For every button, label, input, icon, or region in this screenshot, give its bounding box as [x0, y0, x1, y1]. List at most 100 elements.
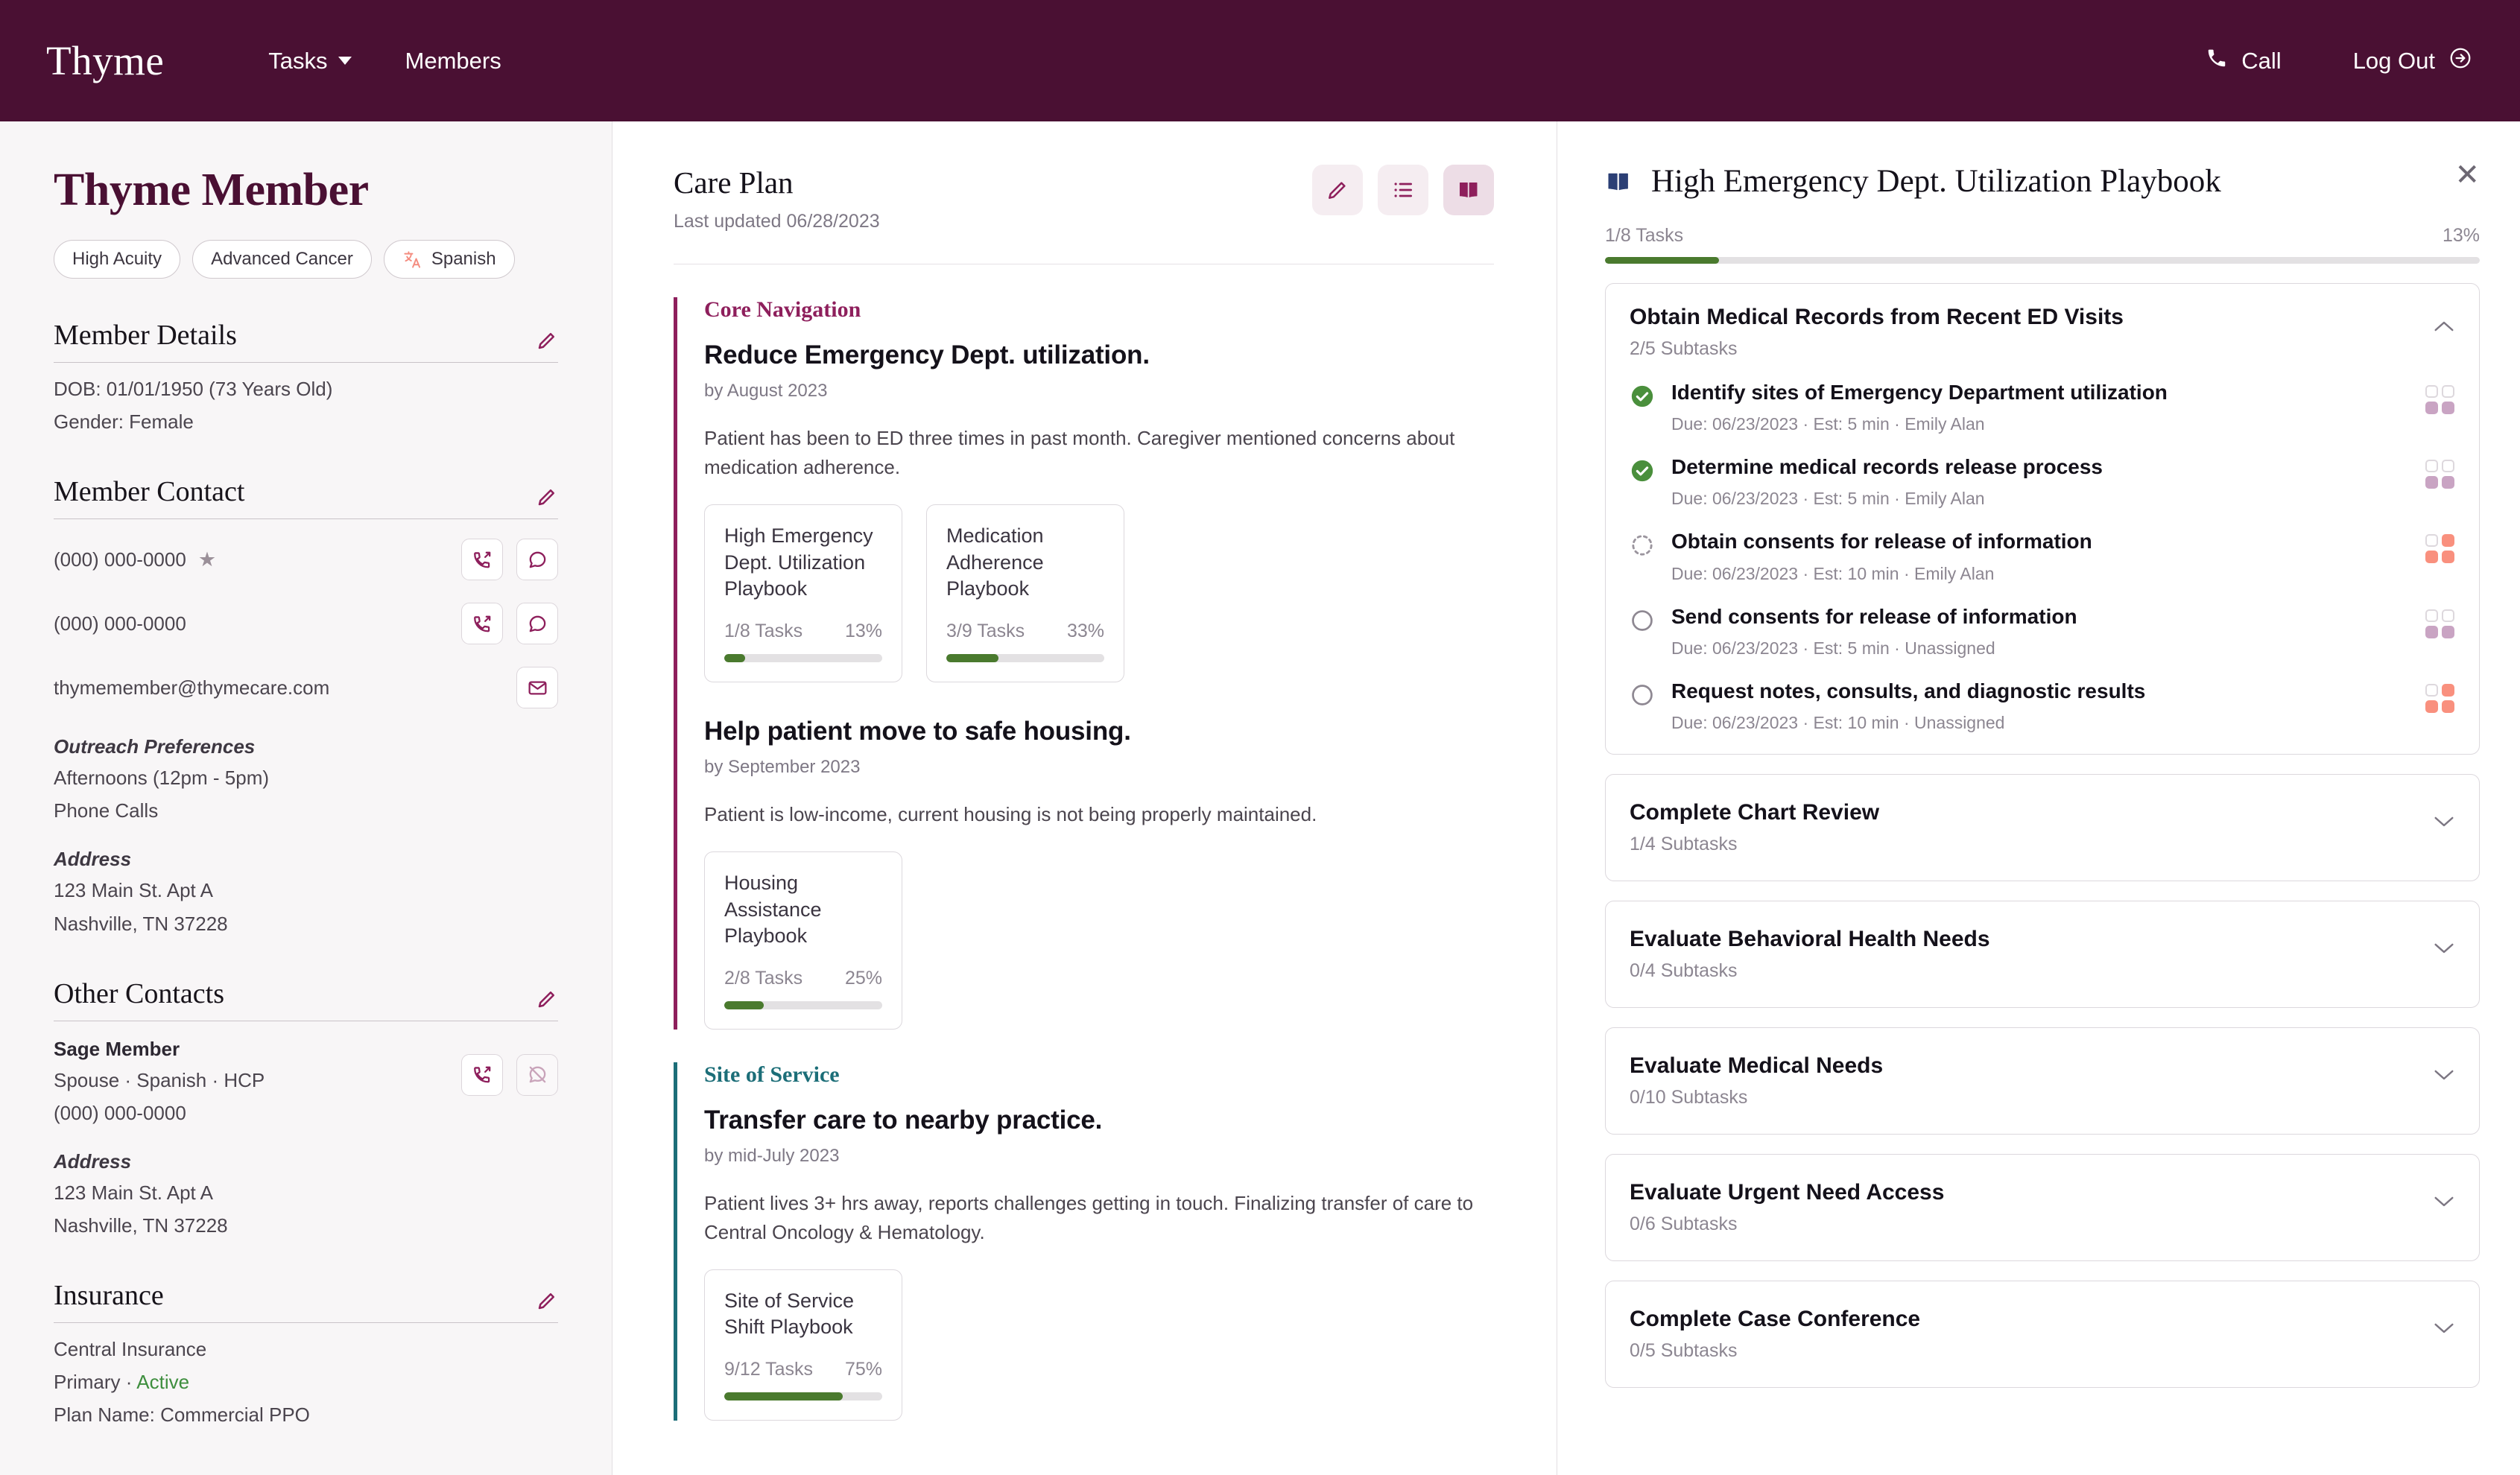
care-plan-last-updated: Last updated 06/28/2023 [674, 211, 880, 232]
empty-circle-icon [1630, 608, 1655, 633]
chip-language-spanish[interactable]: Spanish [383, 240, 515, 279]
chip-high-acuity[interactable]: High Acuity [54, 240, 181, 279]
phone-outgoing-icon[interactable] [461, 1053, 503, 1096]
nav-item-members[interactable]: Members [405, 48, 501, 74]
insurance-status-line: Primary · Active [54, 1369, 558, 1395]
subtask-row[interactable]: Request notes, consults, and diagnostic … [1630, 679, 2455, 733]
task-card-collapsed[interactable]: Complete Chart Review 1/4 Subtasks [1605, 773, 2480, 881]
thyme-logo[interactable]: Thyme [46, 40, 164, 81]
nav-right-group: Call Log Out [2134, 46, 2472, 76]
playbook-percent: 25% [844, 967, 882, 989]
task-subtasks-count: 2/5 Subtasks [1630, 338, 1738, 359]
task-card-collapsed[interactable]: Evaluate Medical Needs 0/10 Subtasks [1605, 1027, 2480, 1135]
playbook-detail-panel: High Emergency Dept. Utilization Playboo… [1557, 121, 2520, 1475]
contact-row-phone-secondary: (000) 000-0000 [54, 600, 558, 647]
phone-outgoing-icon[interactable] [461, 603, 503, 645]
task-card-expanded[interactable]: Obtain Medical Records from Recent ED Vi… [1605, 283, 2480, 755]
other-contact-address-label: Address [54, 1149, 132, 1173]
empty-circle-icon [1630, 682, 1655, 708]
subtask-meta: Due: 06/23/2023 · Est: 5 min · Emily Ala… [1671, 489, 1985, 509]
logout-button[interactable]: Log Out [2353, 46, 2472, 76]
subtask-row[interactable]: Determine medical records release proces… [1630, 455, 2455, 509]
chat-off-icon[interactable] [516, 1053, 558, 1096]
list-view-button[interactable] [1378, 165, 1428, 215]
pencil-icon[interactable] [536, 486, 558, 508]
progress-bar-fill [724, 1000, 764, 1009]
task-subtasks-count: 1/4 Subtasks [1630, 833, 1738, 854]
progress-bar [724, 1000, 882, 1009]
playbook-card-list: Site of Service Shift Playbook 9/12 Task… [704, 1269, 1494, 1421]
playbook-card[interactable]: Medication Adherence Playbook 3/9 Tasks … [926, 504, 1124, 682]
goal-title: Transfer care to nearby practice. [704, 1105, 1103, 1135]
playbook-view-button[interactable] [1443, 165, 1494, 215]
playbook-card[interactable]: High Emergency Dept. Utilization Playboo… [704, 504, 902, 682]
chip-high-acuity-label: High Acuity [72, 249, 162, 270]
edit-care-plan-button[interactable] [1312, 165, 1363, 215]
envelope-icon[interactable] [516, 667, 558, 709]
nav-item-members-label: Members [405, 47, 501, 74]
chevron-up-icon[interactable] [2433, 305, 2455, 337]
chip-advanced-cancer[interactable]: Advanced Cancer [192, 240, 372, 279]
chevron-down-icon[interactable] [2433, 927, 2455, 959]
page-body: Thyme Member High Acuity Advanced Cancer… [0, 121, 2520, 1475]
chat-bubble-icon[interactable] [516, 603, 558, 645]
chat-bubble-icon[interactable] [516, 539, 558, 581]
pencil-icon[interactable] [536, 988, 558, 1010]
subtask-meta: Due: 06/23/2023 · Est: 5 min · Emily Ala… [1671, 414, 1985, 434]
playbook-card[interactable]: Housing Assistance Playbook 2/8 Tasks 25… [704, 851, 902, 1030]
chevron-down-icon[interactable] [2433, 1053, 2455, 1086]
chip-advanced-cancer-label: Advanced Cancer [211, 249, 353, 270]
member-sidebar: Thyme Member High Acuity Advanced Cancer… [0, 121, 612, 1475]
member-address-line2: Nashville, TN 37228 [54, 912, 228, 935]
playbook-card-list: High Emergency Dept. Utilization Playboo… [704, 504, 1494, 682]
subtask-row[interactable]: Obtain consents for release of informati… [1630, 530, 2455, 583]
subtask-row[interactable]: Send consents for release of information… [1630, 605, 2455, 659]
status-badge: Active [136, 1371, 190, 1394]
task-card-collapsed[interactable]: Evaluate Urgent Need Access 0/6 Subtasks [1605, 1153, 2480, 1261]
top-navigation-bar: Thyme Tasks Members Call Log Out [0, 0, 2520, 121]
goal-title: Reduce Emergency Dept. utilization. [704, 340, 1150, 369]
pencil-icon[interactable] [536, 1290, 558, 1312]
playbook-card[interactable]: Site of Service Shift Playbook 9/12 Task… [704, 1269, 902, 1421]
subtask-title: Determine medical records release proces… [1671, 455, 2103, 479]
progress-bar-fill [724, 653, 745, 662]
task-subtasks-count: 0/5 Subtasks [1630, 1339, 1738, 1361]
chevron-down-icon[interactable] [2433, 800, 2455, 833]
progress-bar-fill [724, 1392, 843, 1401]
goal-due: by mid-July 2023 [704, 1145, 840, 1166]
other-contact-address-line1: 123 Main St. Apt A [54, 1181, 213, 1204]
outreach-preferences-label: Outreach Preferences [54, 735, 256, 758]
goal-description: Patient lives 3+ hrs away, reports chall… [704, 1191, 1474, 1243]
member-address-label: Address [54, 848, 132, 871]
close-icon[interactable]: ✕ [2454, 160, 2480, 190]
task-title: Complete Case Conference [1630, 1306, 1921, 1331]
chevron-down-icon[interactable] [2433, 1307, 2455, 1339]
goal-due: by September 2023 [704, 756, 861, 777]
pencil-icon[interactable] [536, 329, 558, 352]
priority-dots-icon [2425, 534, 2455, 564]
call-button[interactable]: Call [2206, 47, 2282, 75]
playbook-percent: 13% [844, 620, 882, 641]
task-card-collapsed[interactable]: Complete Case Conference 0/5 Subtasks [1605, 1280, 2480, 1388]
page-title: Thyme Member [54, 165, 369, 215]
in-progress-circle-icon [1630, 533, 1655, 558]
other-contact-name: Sage Member [54, 1037, 180, 1060]
goal-description: Patient has been to ED three times in pa… [704, 427, 1455, 478]
progress-bar-fill [1605, 257, 1719, 264]
phone-outgoing-icon[interactable] [461, 539, 503, 581]
task-card-collapsed[interactable]: Evaluate Behavioral Health Needs 0/4 Sub… [1605, 900, 2480, 1008]
nav-item-tasks[interactable]: Tasks [268, 48, 352, 74]
book-icon [1605, 168, 1632, 195]
call-label: Call [2241, 47, 2282, 74]
subtask-row[interactable]: Identify sites of Emergency Department u… [1630, 381, 2455, 434]
arrow-right-circle-icon [2448, 46, 2472, 76]
playbook-name: Site of Service Shift Playbook [724, 1289, 855, 1339]
care-plan-title: Care Plan [674, 165, 794, 200]
section-header-member-contact: Member Contact [54, 475, 558, 520]
chevron-down-icon[interactable] [2433, 1180, 2455, 1213]
phone-number-primary: (000) 000-0000 [54, 548, 186, 571]
other-contact-relation: Spouse · Spanish · HCP [54, 1068, 265, 1091]
progress-bar [946, 653, 1104, 662]
playbook-tasks-count: 3/9 Tasks [946, 620, 1025, 641]
member-tag-list: High Acuity Advanced Cancer Spanish [54, 240, 558, 279]
